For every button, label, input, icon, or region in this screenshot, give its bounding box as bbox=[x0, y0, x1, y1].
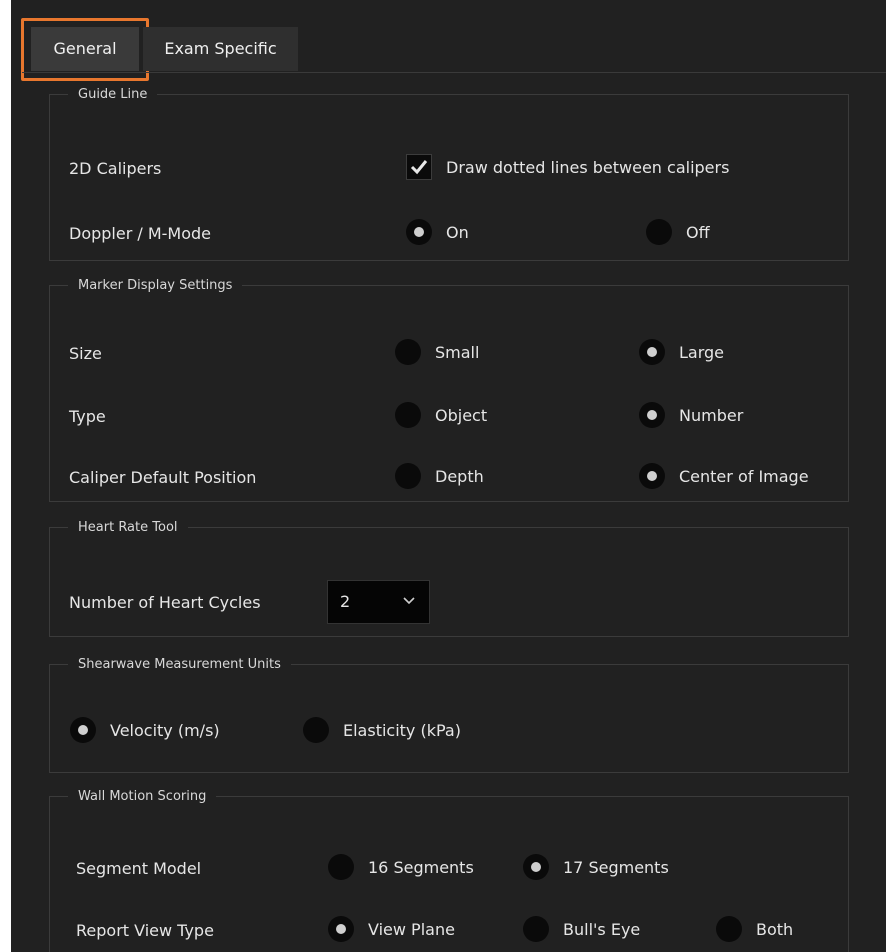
size-label: Size bbox=[69, 344, 102, 363]
radio-label: Large bbox=[679, 342, 725, 362]
radio-label: On bbox=[446, 222, 469, 242]
radio-label: Off bbox=[686, 222, 710, 242]
radio-label: Number bbox=[679, 405, 744, 425]
type-number-radio[interactable]: Number bbox=[639, 402, 743, 428]
radio-dot[interactable] bbox=[646, 219, 672, 245]
radio-label: 17 Segments bbox=[563, 857, 669, 877]
radio-label: Bull's Eye bbox=[563, 919, 641, 939]
radio-dot[interactable] bbox=[70, 717, 96, 743]
bulls-eye-radio[interactable]: Bull's Eye bbox=[523, 916, 640, 942]
segments-17-radio[interactable]: 17 Segments bbox=[523, 854, 669, 880]
radio-label: Both bbox=[756, 919, 794, 939]
checkbox-box[interactable] bbox=[406, 154, 432, 180]
radio-dot[interactable] bbox=[639, 463, 665, 489]
settings-panel: General Exam Specific Guide Line 2D Cali… bbox=[11, 0, 886, 952]
segments-16-radio[interactable]: 16 Segments bbox=[328, 854, 474, 880]
radio-dot[interactable] bbox=[328, 916, 354, 942]
radio-dot[interactable] bbox=[395, 402, 421, 428]
shearwave-group: Shearwave Measurement Units Velocity (m/… bbox=[49, 657, 849, 773]
checkmark-icon bbox=[410, 160, 428, 175]
segment-model-label: Segment Model bbox=[76, 859, 202, 878]
guide-line-group: Guide Line 2D Calipers Draw dotted lines… bbox=[49, 87, 849, 261]
size-small-radio[interactable]: Small bbox=[395, 339, 479, 365]
caliper-center-radio[interactable]: Center of Image bbox=[639, 463, 809, 489]
size-large-radio[interactable]: Large bbox=[639, 339, 724, 365]
shearwave-legend: Shearwave Measurement Units bbox=[78, 657, 281, 672]
radio-dot[interactable] bbox=[523, 854, 549, 880]
type-label: Type bbox=[69, 407, 106, 426]
radio-dot[interactable] bbox=[303, 717, 329, 743]
radio-label: Center of Image bbox=[679, 466, 809, 486]
guide-line-legend: Guide Line bbox=[78, 87, 148, 102]
radio-dot[interactable] bbox=[523, 916, 549, 942]
report-view-label: Report View Type bbox=[76, 921, 214, 940]
tab-exam-specific[interactable]: Exam Specific bbox=[143, 27, 298, 71]
wall-motion-legend: Wall Motion Scoring bbox=[78, 789, 207, 804]
radio-label: View Plane bbox=[368, 919, 455, 939]
radio-label: 16 Segments bbox=[368, 857, 474, 877]
radio-dot[interactable] bbox=[716, 916, 742, 942]
chevron-down-icon bbox=[403, 597, 415, 605]
radio-dot[interactable] bbox=[328, 854, 354, 880]
velocity-radio[interactable]: Velocity (m/s) bbox=[70, 717, 220, 743]
view-plane-radio[interactable]: View Plane bbox=[328, 916, 455, 942]
radio-dot[interactable] bbox=[406, 219, 432, 245]
doppler-label: Doppler / M-Mode bbox=[69, 224, 212, 243]
marker-display-legend: Marker Display Settings bbox=[78, 278, 233, 293]
radio-label: Object bbox=[435, 405, 488, 425]
dotted-lines-checkbox[interactable]: Draw dotted lines between calipers bbox=[406, 154, 729, 180]
radio-dot[interactable] bbox=[395, 339, 421, 365]
doppler-on-radio[interactable]: On bbox=[406, 219, 469, 245]
heart-rate-group: Heart Rate Tool Number of Heart Cycles 2 bbox=[49, 520, 849, 637]
both-radio[interactable]: Both bbox=[716, 916, 793, 942]
tab-divider bbox=[22, 72, 886, 73]
radio-dot[interactable] bbox=[639, 402, 665, 428]
radio-label: Elasticity (kPa) bbox=[343, 720, 461, 740]
radio-dot[interactable] bbox=[639, 339, 665, 365]
heart-cycles-value: 2 bbox=[340, 592, 351, 611]
doppler-off-radio[interactable]: Off bbox=[646, 219, 710, 245]
radio-label: Depth bbox=[435, 466, 484, 486]
heart-cycles-select[interactable]: 2 bbox=[327, 580, 430, 624]
tab-general[interactable]: General bbox=[21, 18, 149, 81]
dotted-lines-label: Draw dotted lines between calipers bbox=[446, 157, 730, 177]
radio-label: Small bbox=[435, 342, 480, 362]
type-object-radio[interactable]: Object bbox=[395, 402, 487, 428]
caliper-depth-radio[interactable]: Depth bbox=[395, 463, 484, 489]
heart-cycles-label: Number of Heart Cycles bbox=[69, 593, 261, 612]
tab-bar: General Exam Specific bbox=[11, 0, 886, 81]
calipers-label: 2D Calipers bbox=[69, 159, 162, 178]
wall-motion-group: Wall Motion Scoring Segment Model 16 Seg… bbox=[49, 789, 849, 952]
caliper-position-label: Caliper Default Position bbox=[69, 468, 257, 487]
radio-dot[interactable] bbox=[395, 463, 421, 489]
marker-display-group: Marker Display Settings Size Small Large… bbox=[49, 278, 849, 502]
elasticity-radio[interactable]: Elasticity (kPa) bbox=[303, 717, 461, 743]
heart-rate-legend: Heart Rate Tool bbox=[78, 520, 178, 535]
radio-label: Velocity (m/s) bbox=[110, 720, 220, 740]
